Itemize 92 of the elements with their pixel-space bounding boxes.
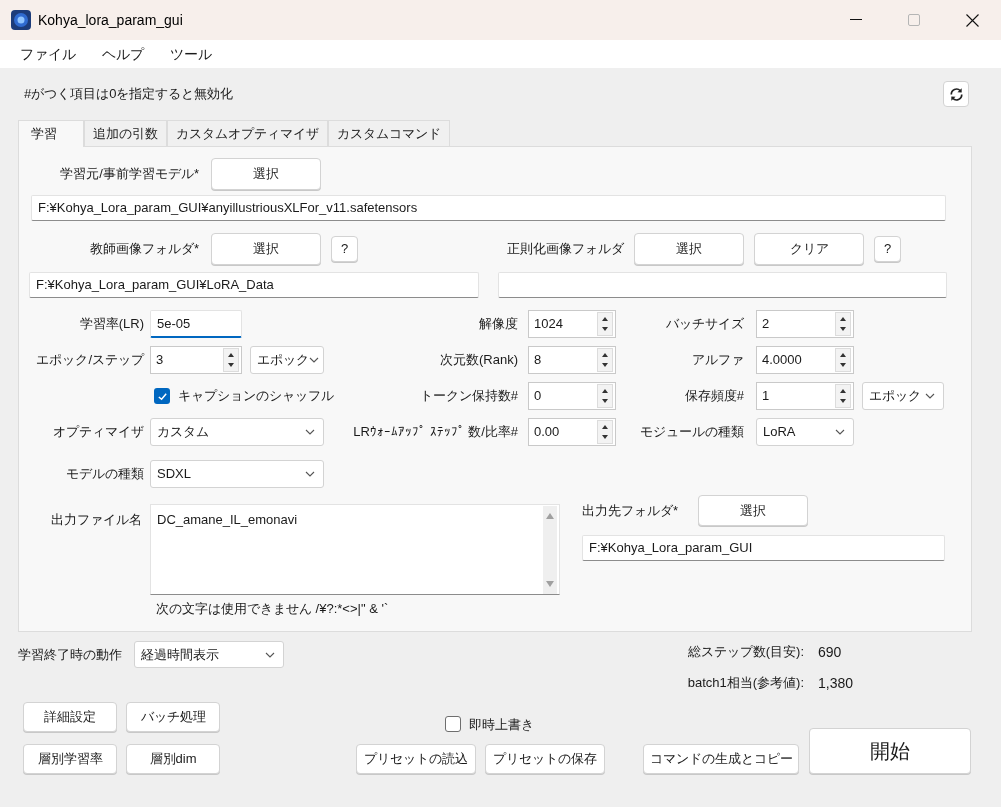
spinner-arrows-icon xyxy=(597,384,613,408)
spin-box[interactable]: 3 xyxy=(150,346,242,374)
menu-item[interactable]: ヘルプ xyxy=(92,43,154,65)
tab[interactable]: カスタムオプティマイザ xyxy=(167,120,328,146)
chevron-down-icon xyxy=(835,429,845,435)
spinner-arrows-icon xyxy=(597,312,613,336)
spinner-arrows-icon xyxy=(597,420,613,444)
select-button[interactable]: 選択 xyxy=(211,233,321,265)
tab[interactable]: カスタムコマンド xyxy=(328,120,450,146)
path-field[interactable]: F:¥Kohya_Lora_param_GUI xyxy=(582,535,945,561)
field-label: エポック/ステップ xyxy=(35,351,144,370)
checkbox[interactable] xyxy=(154,388,170,404)
chevron-down-icon xyxy=(305,429,315,435)
text-area[interactable]: DC_amane_IL_emonavi xyxy=(150,504,560,595)
field-label: トークン保持数# xyxy=(419,387,518,406)
menu-item[interactable]: ファイル xyxy=(10,43,86,65)
select-button[interactable]: 選択 xyxy=(634,233,744,265)
app-logo-icon xyxy=(11,10,31,30)
checkbox-label: 即時上書き xyxy=(469,715,534,734)
hint-text: 次の文字は使用できません /¥?:*<>|" & '` xyxy=(156,600,390,618)
select-button[interactable]: 選択 xyxy=(698,495,808,526)
button[interactable]: バッチ処理 xyxy=(126,702,220,732)
dropdown[interactable]: LoRA xyxy=(756,418,854,446)
spinner-arrows-icon xyxy=(835,312,851,336)
select-button[interactable]: 選択 xyxy=(211,158,321,190)
path-field[interactable] xyxy=(498,272,947,298)
stat-value: 690 xyxy=(818,643,843,662)
clear-button[interactable]: クリア xyxy=(754,233,864,265)
dropdown[interactable]: エポック xyxy=(862,382,944,410)
field-label: 解像度 xyxy=(479,315,518,334)
spin-box[interactable]: 0 xyxy=(528,382,616,410)
checkbox-label: キャプションのシャッフル xyxy=(178,387,334,406)
button[interactable]: 詳細設定 xyxy=(23,702,117,732)
field-label: モデルの種類 xyxy=(65,465,144,484)
dropdown[interactable]: 経過時間表示 xyxy=(134,641,284,668)
spin-box[interactable]: 4.0000 xyxy=(756,346,854,374)
field-label: 学習終了時の動作 xyxy=(18,645,122,664)
chevron-down-icon xyxy=(265,651,275,658)
field-label: LRｳｫｰﾑｱｯﾌﾟ ｽﾃｯﾌﾟ 数/比率# xyxy=(353,423,518,442)
field-label: オプティマイザ xyxy=(52,423,144,442)
field-label: モジュールの種類 xyxy=(639,423,744,442)
spinner-arrows-icon xyxy=(223,348,239,372)
notice-text: #がつく項目は0を指定すると無効化 xyxy=(24,85,234,104)
text-field[interactable]: 5e-05 xyxy=(150,310,242,338)
field-label: アルファ xyxy=(691,351,744,370)
tab[interactable]: 学習 xyxy=(18,120,84,147)
help-button[interactable]: ? xyxy=(331,236,358,262)
field-label: 出力先フォルダ* xyxy=(582,501,680,520)
button[interactable]: 層別dim xyxy=(126,744,220,774)
checkbox[interactable] xyxy=(445,716,461,733)
field-label: 学習元/事前学習モデル* xyxy=(59,165,199,184)
spinner-arrows-icon xyxy=(597,348,613,372)
chevron-down-icon xyxy=(305,471,315,477)
refresh-icon xyxy=(947,85,965,103)
field-label: バッチサイズ xyxy=(665,315,744,334)
stat-label: batch1相当(参考値): xyxy=(686,674,804,692)
window-title: Kohya_lora_param_gui xyxy=(38,10,183,30)
button[interactable]: プリセットの保存 xyxy=(485,744,605,774)
dropdown[interactable]: SDXL xyxy=(150,460,324,488)
field-label: 正則化画像フォルダ xyxy=(506,240,624,259)
close-icon xyxy=(965,13,979,27)
menu-item[interactable]: ツール xyxy=(160,43,222,65)
button[interactable]: コマンドの生成とコピー xyxy=(643,744,799,774)
spin-box[interactable]: 0.00 xyxy=(528,418,616,446)
dropdown[interactable]: カスタム xyxy=(150,418,324,446)
dropdown[interactable]: エポック xyxy=(250,346,324,374)
field-label: 次元数(Rank) xyxy=(440,351,518,370)
check-icon xyxy=(156,390,168,402)
field-label: 学習率(LR) xyxy=(78,315,144,334)
stat-value: 1,380 xyxy=(818,674,854,693)
chevron-down-icon xyxy=(925,393,935,399)
button[interactable]: プリセットの読込 xyxy=(356,744,476,774)
minimize-icon xyxy=(850,19,862,21)
stat-label: 総ステップ数(目安): xyxy=(686,643,804,661)
refresh-button[interactable] xyxy=(943,81,969,107)
button[interactable]: 層別学習率 xyxy=(23,744,117,774)
maximize-icon xyxy=(908,14,920,26)
spin-box[interactable]: 1024 xyxy=(528,310,616,338)
field-label: 保存頻度# xyxy=(683,387,744,406)
field-label: 教師画像フォルダ* xyxy=(88,240,199,259)
start-button[interactable]: 開始 xyxy=(809,728,971,774)
field-label: 出力ファイル名 xyxy=(50,511,142,529)
chevron-down-icon xyxy=(309,357,319,363)
spinner-arrows-icon xyxy=(835,384,851,408)
tab[interactable]: 追加の引数 xyxy=(84,120,167,146)
help-button[interactable]: ? xyxy=(874,236,901,262)
spin-box[interactable]: 1 xyxy=(756,382,854,410)
path-field[interactable]: F:¥Kohya_Lora_param_GUI¥LoRA_Data xyxy=(29,272,479,298)
path-field[interactable]: F:¥Kohya_Lora_param_GUI¥anyillustriousXLFor_v11.safetensors xyxy=(31,195,946,221)
spinner-arrows-icon xyxy=(835,348,851,372)
spin-box[interactable]: 8 xyxy=(528,346,616,374)
spin-box[interactable]: 2 xyxy=(756,310,854,338)
